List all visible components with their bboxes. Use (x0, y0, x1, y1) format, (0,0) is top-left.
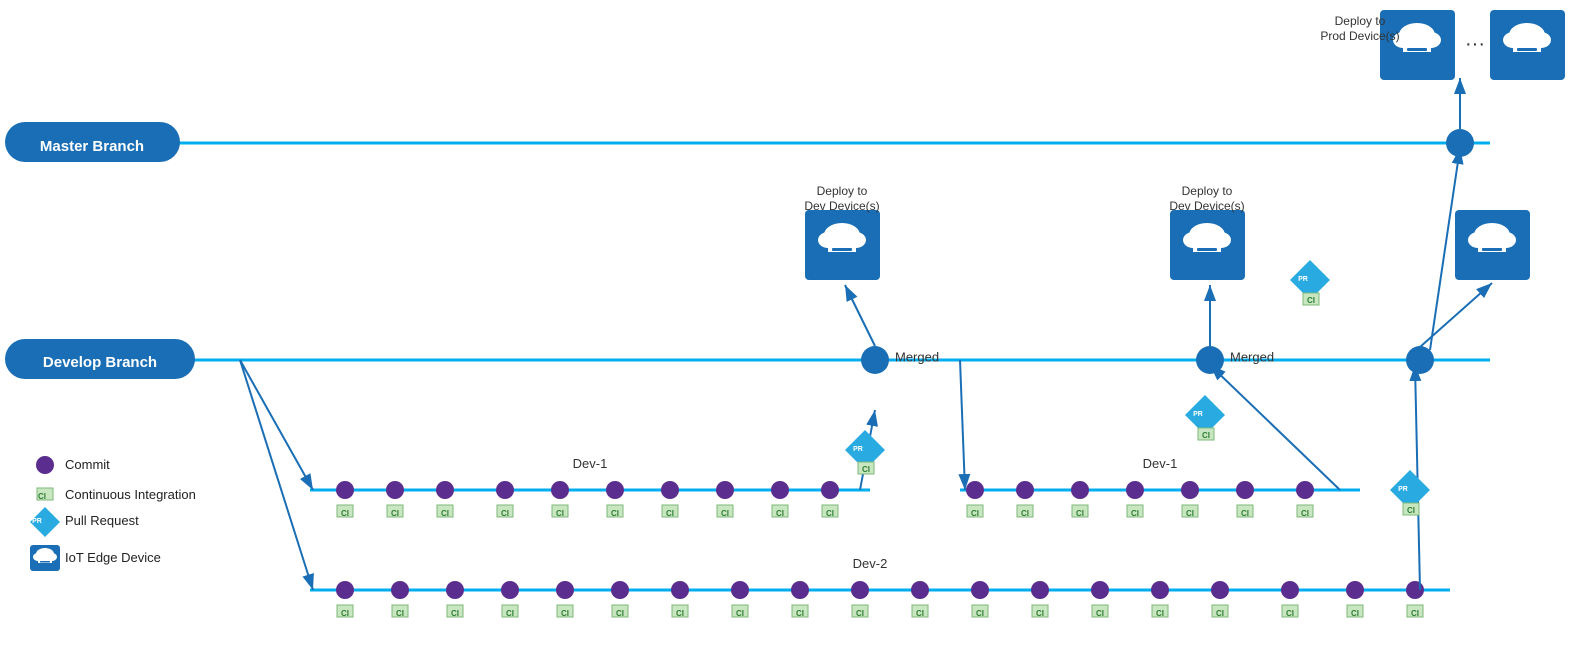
dev1b-commits: CI CI CI CI CI CI CI (960, 360, 1314, 518)
develop-to-dev2-arrow (240, 360, 313, 590)
legend-ci-text: Continuous Integration (65, 487, 196, 502)
svg-text:CI: CI (676, 609, 684, 618)
svg-text:CI: CI (611, 509, 619, 518)
dev1b-label: Dev-1 (1143, 456, 1178, 471)
svg-text:CI: CI (1407, 506, 1415, 515)
svg-text:CI: CI (971, 509, 979, 518)
dev2-label: Dev-2 (853, 556, 888, 571)
legend-iot-text: IoT Edge Device (65, 550, 161, 565)
svg-text:Deploy to: Deploy to (1182, 184, 1233, 198)
svg-text:CI: CI (1156, 609, 1164, 618)
svg-text:CI: CI (666, 509, 674, 518)
merged-dot-1 (861, 346, 889, 374)
svg-text:CI: CI (561, 609, 569, 618)
deploy-dev-box-2: Deploy to Dev Device(s) (1169, 184, 1245, 280)
svg-text:CI: CI (556, 509, 564, 518)
svg-text:CI: CI (721, 509, 729, 518)
svg-text:CI: CI (1241, 509, 1249, 518)
dev2-commits: CI CI CI CI CI CI CI CI CI CI CI CI (336, 581, 1424, 618)
master-merged-dot (1446, 129, 1474, 157)
legend-pr-text: Pull Request (65, 513, 139, 528)
pr-ci-to-master: PR CI (1290, 260, 1330, 305)
svg-text:CI: CI (796, 609, 804, 618)
deploy-dev-box-1: Deploy to Dev Device(s) (804, 184, 880, 280)
deploy-prod-box: Deploy to Prod Device(s) (1320, 10, 1455, 80)
svg-text:CI: CI (38, 492, 46, 501)
master-branch-label: Master Branch (40, 138, 144, 155)
arrow-to-deploy-dev1 (845, 285, 875, 346)
merged-label-2: Merged (1230, 349, 1274, 364)
legend: Commit CI Continuous Integration PR Pull… (30, 456, 196, 571)
svg-text:PR: PR (1193, 411, 1203, 418)
svg-text:CI: CI (341, 609, 349, 618)
svg-text:CI: CI (1131, 509, 1139, 518)
dev1a-commits: CI CI CI CI CI CI CI CI CI CI (336, 481, 839, 518)
svg-text:CI: CI (736, 609, 744, 618)
svg-text:CI: CI (916, 609, 924, 618)
svg-text:CI: CI (1286, 609, 1294, 618)
pipeline-diagram: Master Branch Develop Branch Dev-1 Dev-2… (0, 0, 1575, 665)
dev1a-label: Dev-1 (573, 456, 608, 471)
svg-text:CI: CI (1216, 609, 1224, 618)
svg-text:CI: CI (441, 509, 449, 518)
svg-text:PR: PR (32, 518, 42, 525)
ellipsis: ··· (1465, 33, 1485, 55)
svg-text:Dev Device(s): Dev Device(s) (804, 199, 879, 213)
svg-text:CI: CI (1021, 509, 1029, 518)
svg-text:Prod Device(s): Prod Device(s) (1320, 29, 1399, 43)
svg-text:CI: CI (391, 509, 399, 518)
develop-branch-label: Develop Branch (43, 354, 157, 371)
pr-ci-dev2-merge: PR CI (1390, 365, 1430, 590)
svg-text:CI: CI (396, 609, 404, 618)
deploy-dev-box-right (1420, 210, 1530, 347)
svg-text:Dev Device(s): Dev Device(s) (1169, 199, 1244, 213)
svg-text:CI: CI (1351, 609, 1359, 618)
svg-text:CI: CI (976, 609, 984, 618)
svg-text:CI: CI (616, 609, 624, 618)
svg-text:PR: PR (1298, 276, 1308, 283)
svg-text:CI: CI (506, 609, 514, 618)
svg-text:CI: CI (1301, 509, 1309, 518)
svg-text:CI: CI (826, 509, 834, 518)
svg-text:PR: PR (1398, 486, 1408, 493)
svg-text:CI: CI (856, 609, 864, 618)
svg-text:CI: CI (1307, 296, 1315, 305)
pr-ci-dev1a: PR CI (845, 410, 885, 490)
svg-text:CI: CI (341, 509, 349, 518)
svg-text:CI: CI (451, 609, 459, 618)
svg-text:CI: CI (1186, 509, 1194, 518)
svg-text:PR: PR (853, 446, 863, 453)
legend-commit-text: Commit (65, 457, 110, 472)
deploy-dev-label-1: Deploy to (817, 184, 868, 198)
merged-label-1: Merged (895, 349, 939, 364)
svg-text:CI: CI (1202, 431, 1210, 440)
develop-to-dev1-arrow (240, 360, 313, 490)
svg-text:CI: CI (776, 509, 784, 518)
svg-text:Deploy to: Deploy to (1335, 14, 1386, 28)
svg-text:CI: CI (862, 465, 870, 474)
svg-text:CI: CI (1096, 609, 1104, 618)
svg-text:CI: CI (1411, 609, 1419, 618)
merged-dot-2 (1196, 346, 1224, 374)
deploy-prod-box-2 (1490, 10, 1565, 80)
svg-text:CI: CI (501, 509, 509, 518)
svg-text:CI: CI (1036, 609, 1044, 618)
merged-dot-3 (1406, 346, 1434, 374)
pr-ci-dev1b: PR CI (1185, 365, 1340, 490)
svg-text:CI: CI (1076, 509, 1084, 518)
